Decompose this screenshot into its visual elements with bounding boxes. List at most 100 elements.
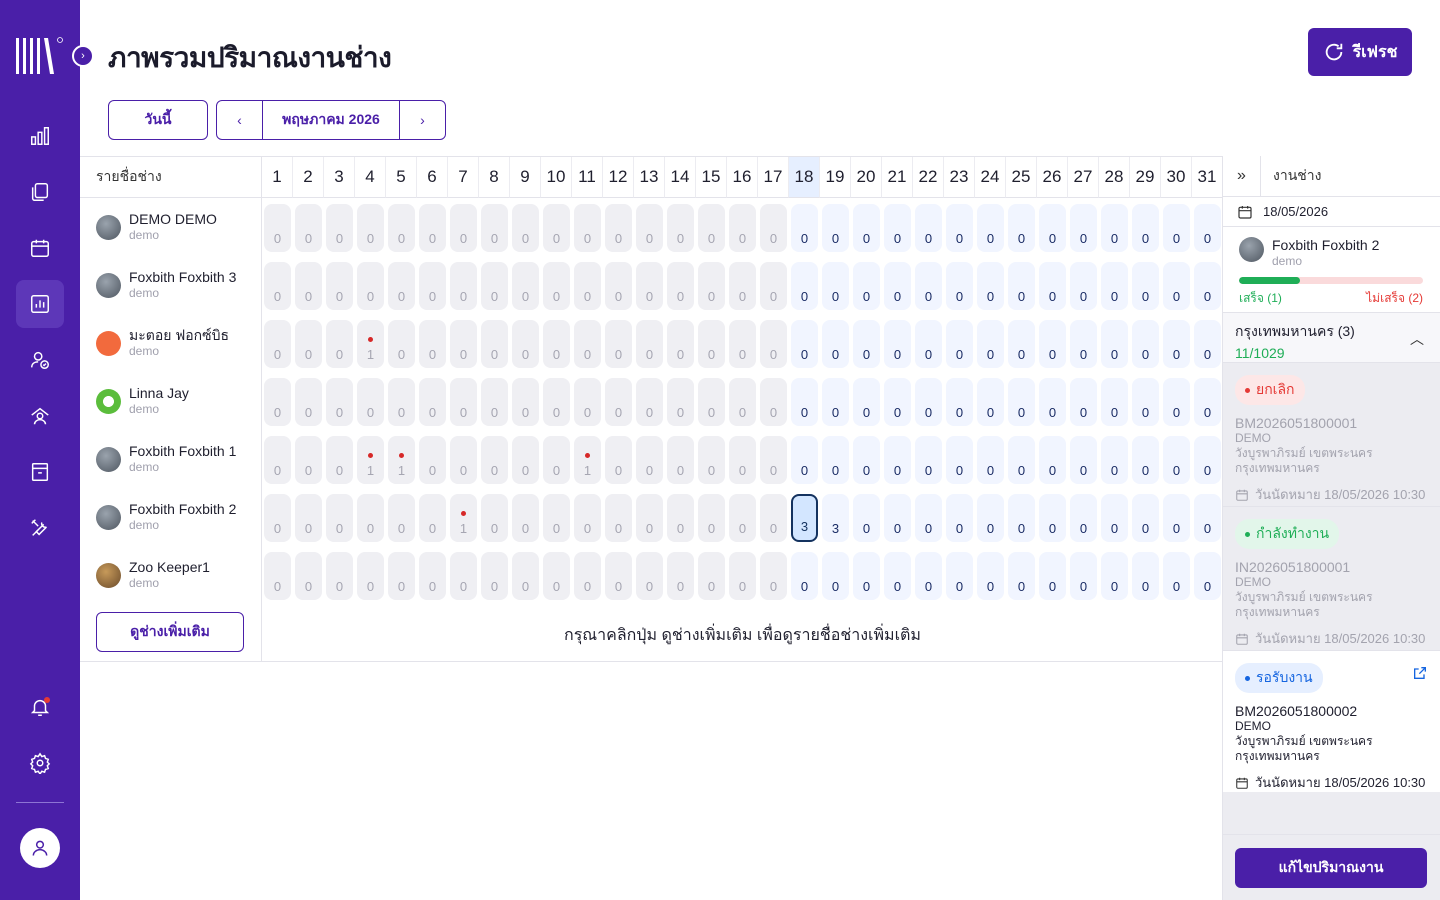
day-header[interactable]: 20 <box>851 157 882 198</box>
workload-cell[interactable]: 0 <box>760 378 787 426</box>
workload-cell[interactable]: 0 <box>698 552 725 600</box>
workload-cell[interactable]: 0 <box>419 436 446 484</box>
edit-workload-button[interactable]: แก้ไขปริมาณงาน <box>1235 848 1427 888</box>
day-header[interactable]: 13 <box>634 157 665 198</box>
day-header[interactable]: 31 <box>1192 157 1223 198</box>
day-header[interactable]: 29 <box>1130 157 1161 198</box>
day-header[interactable]: 28 <box>1099 157 1130 198</box>
workload-cell[interactable]: 0 <box>574 378 601 426</box>
workload-cell[interactable]: 0 <box>605 204 632 252</box>
technician-row[interactable]: Linna Jay demo <box>96 372 189 430</box>
workload-cell[interactable]: 0 <box>977 552 1004 600</box>
workload-cell[interactable]: 0 <box>543 204 570 252</box>
workload-cell[interactable]: 1 <box>450 494 477 542</box>
workload-cell[interactable]: 0 <box>1163 378 1190 426</box>
workload-cell[interactable]: 0 <box>946 204 973 252</box>
workload-cell[interactable]: 0 <box>450 378 477 426</box>
workload-cell[interactable]: 0 <box>295 262 322 310</box>
workload-cell[interactable]: 0 <box>636 378 663 426</box>
day-header[interactable]: 19 <box>820 157 851 198</box>
workload-cell[interactable]: 0 <box>884 320 911 368</box>
workload-cell[interactable]: 0 <box>1163 262 1190 310</box>
workload-cell[interactable]: 0 <box>760 320 787 368</box>
day-header[interactable]: 10 <box>541 157 572 198</box>
day-header[interactable]: 23 <box>944 157 975 198</box>
workload-cell[interactable]: 0 <box>326 436 353 484</box>
day-header[interactable]: 1 <box>262 157 293 198</box>
workload-cell[interactable]: 0 <box>1070 494 1097 542</box>
workload-cell[interactable]: 0 <box>791 262 818 310</box>
workload-cell[interactable]: 0 <box>574 494 601 542</box>
workload-cell[interactable]: 0 <box>729 552 756 600</box>
workload-cell[interactable]: 0 <box>729 320 756 368</box>
workload-cell[interactable]: 0 <box>388 262 415 310</box>
workload-cell[interactable]: 0 <box>357 378 384 426</box>
workload-cell[interactable]: 0 <box>357 204 384 252</box>
workload-cell[interactable]: 0 <box>915 204 942 252</box>
workload-cell[interactable]: 0 <box>1070 552 1097 600</box>
workload-cell[interactable]: 0 <box>791 320 818 368</box>
workload-cell[interactable]: 0 <box>481 378 508 426</box>
workload-cell[interactable]: 0 <box>326 552 353 600</box>
workload-cell[interactable]: 0 <box>295 320 322 368</box>
workload-cell[interactable]: 0 <box>1039 552 1066 600</box>
workload-cell[interactable]: 0 <box>977 204 1004 252</box>
workload-cell[interactable]: 0 <box>791 436 818 484</box>
workload-cell[interactable]: 0 <box>698 262 725 310</box>
workload-cell[interactable]: 0 <box>295 552 322 600</box>
workload-cell[interactable]: 0 <box>1008 436 1035 484</box>
workload-cell[interactable]: 0 <box>667 320 694 368</box>
workload-cell[interactable]: 0 <box>853 436 880 484</box>
technician-row[interactable]: มะตอย ฟอกซ์บิธ demo <box>96 314 229 372</box>
workload-cell[interactable]: 0 <box>543 494 570 542</box>
day-header[interactable]: 15 <box>696 157 727 198</box>
workload-cell[interactable]: 0 <box>636 552 663 600</box>
day-header[interactable]: 7 <box>448 157 479 198</box>
workload-cell[interactable]: 0 <box>605 552 632 600</box>
workload-cell[interactable]: 0 <box>791 552 818 600</box>
workload-cell[interactable]: 0 <box>822 378 849 426</box>
technician-row[interactable]: Foxbith Foxbith 1 demo <box>96 430 236 488</box>
day-header[interactable]: 25 <box>1006 157 1037 198</box>
workload-cell[interactable]: 0 <box>295 436 322 484</box>
workload-cell[interactable]: 0 <box>1101 320 1128 368</box>
workload-cell[interactable]: 0 <box>574 320 601 368</box>
day-header[interactable]: 3 <box>324 157 355 198</box>
workload-cell[interactable]: 0 <box>512 320 539 368</box>
nav-documents[interactable] <box>16 168 64 216</box>
workload-cell[interactable]: 0 <box>605 378 632 426</box>
workload-cell[interactable]: 0 <box>1194 378 1221 426</box>
workload-cell[interactable]: 0 <box>1008 378 1035 426</box>
workload-cell[interactable]: 0 <box>326 494 353 542</box>
workload-cell[interactable]: 0 <box>574 552 601 600</box>
workload-cell[interactable]: 0 <box>636 320 663 368</box>
workload-cell[interactable]: 0 <box>419 552 446 600</box>
workload-cell[interactable]: 0 <box>1070 262 1097 310</box>
workload-cell[interactable]: 0 <box>357 552 384 600</box>
workload-cell[interactable]: 0 <box>357 494 384 542</box>
workload-cell[interactable]: 0 <box>884 204 911 252</box>
workload-cell[interactable]: 0 <box>1101 552 1128 600</box>
workload-cell[interactable]: 0 <box>450 436 477 484</box>
nav-archive[interactable] <box>16 448 64 496</box>
workload-cell[interactable]: 0 <box>1039 262 1066 310</box>
workload-cell[interactable]: 0 <box>977 494 1004 542</box>
day-header[interactable]: 22 <box>913 157 944 198</box>
day-header[interactable]: 4 <box>355 157 386 198</box>
workload-cell[interactable]: 0 <box>667 204 694 252</box>
workload-cell[interactable]: 0 <box>1194 320 1221 368</box>
workload-cell[interactable]: 0 <box>1101 494 1128 542</box>
workload-cell[interactable]: 0 <box>512 204 539 252</box>
workload-cell[interactable]: 0 <box>512 494 539 542</box>
workload-cell[interactable]: 0 <box>791 204 818 252</box>
workload-cell[interactable]: 0 <box>853 378 880 426</box>
workload-cell[interactable]: 0 <box>264 436 291 484</box>
workload-cell[interactable]: 0 <box>946 378 973 426</box>
workload-cell[interactable]: 0 <box>822 204 849 252</box>
month-label[interactable]: พฤษภาคม 2026 <box>262 101 400 139</box>
workload-cell[interactable]: 0 <box>1194 204 1221 252</box>
job-card[interactable]: กำลังทำงาน IN2026051800001 DEMO วังบูรพา… <box>1223 507 1440 651</box>
workload-cell[interactable]: 0 <box>760 552 787 600</box>
workload-cell[interactable]: 0 <box>729 378 756 426</box>
day-header[interactable]: 30 <box>1161 157 1192 198</box>
